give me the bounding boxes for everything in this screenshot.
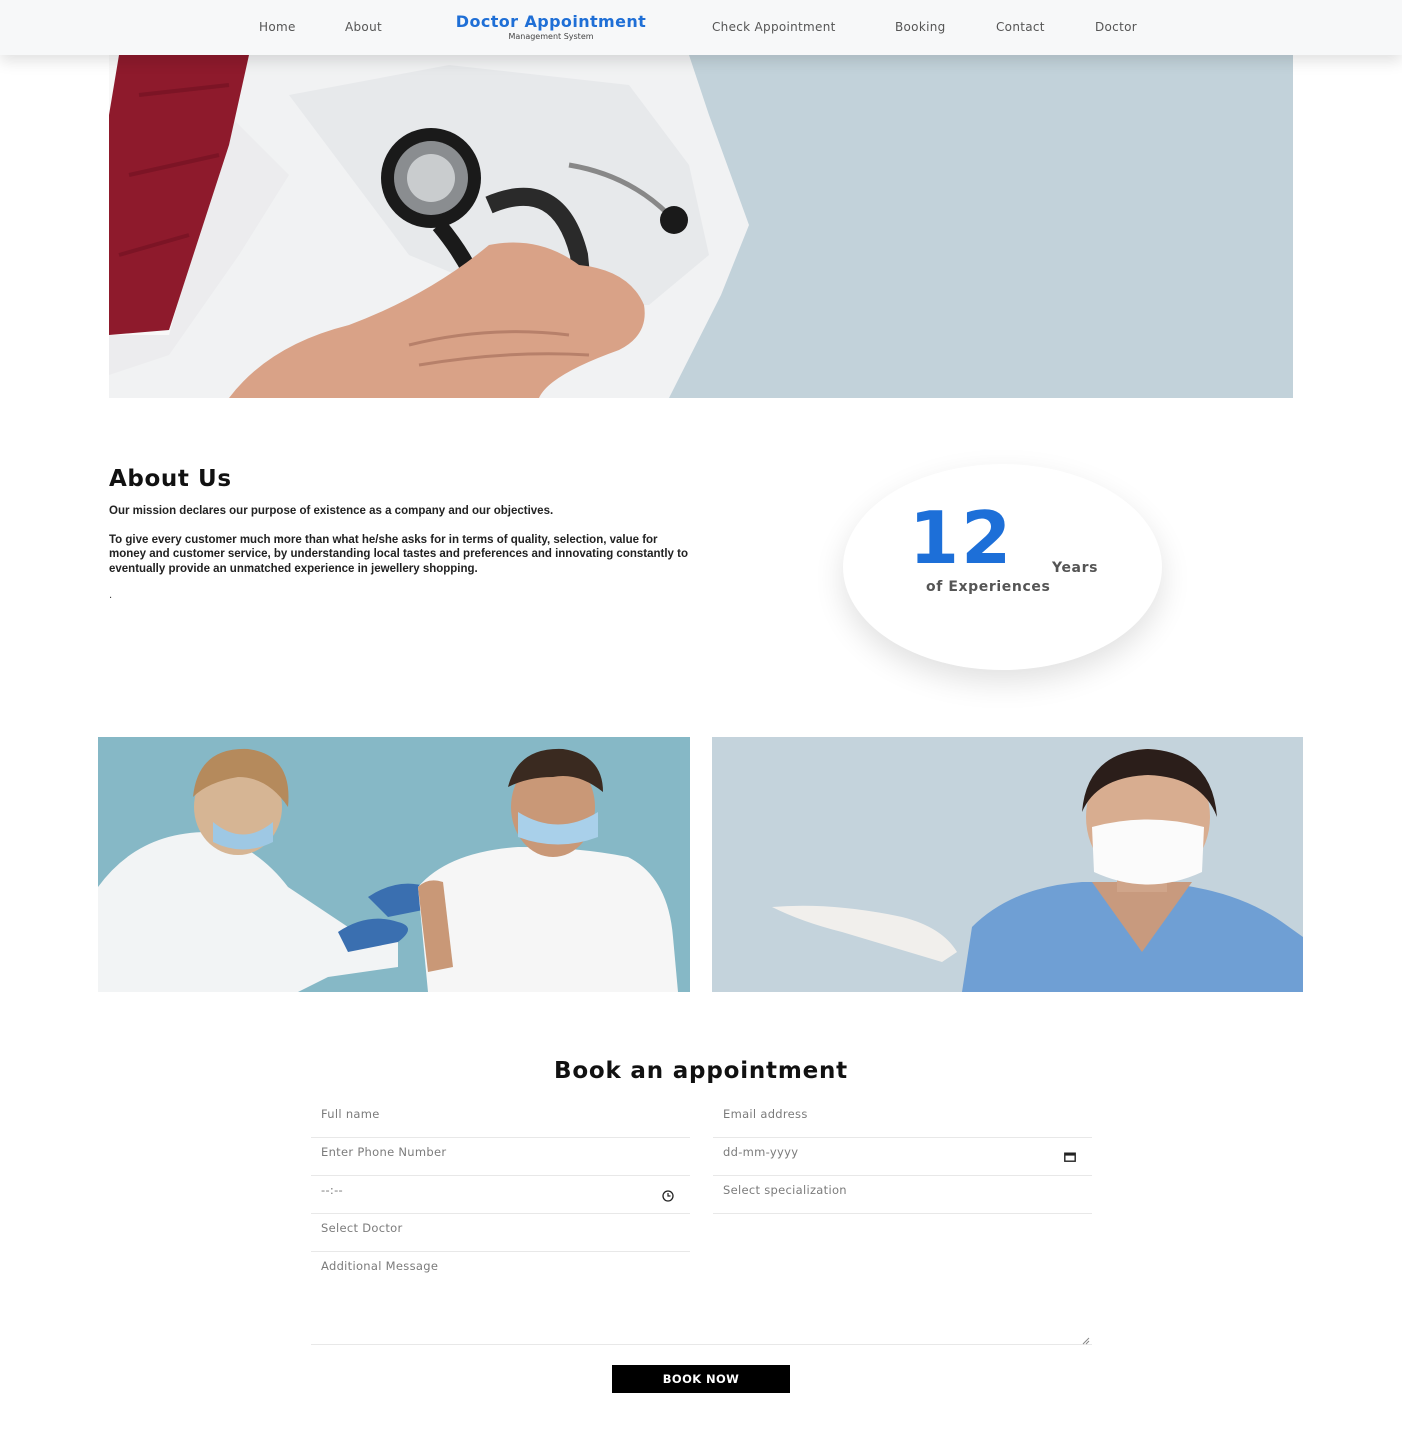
doctor-select[interactable]: Select Doctor bbox=[311, 1214, 690, 1252]
time-placeholder: --:-- bbox=[321, 1183, 343, 1197]
email-placeholder: Email address bbox=[723, 1107, 808, 1121]
book-now-button[interactable]: BOOK NOW bbox=[612, 1365, 790, 1393]
nav-link-about[interactable]: About bbox=[345, 20, 382, 34]
calendar-icon[interactable] bbox=[1064, 1152, 1076, 1165]
about-body-text: To give every customer much more than wh… bbox=[109, 534, 688, 575]
nav-link-home[interactable]: Home bbox=[259, 20, 296, 34]
phone-field[interactable]: Enter Phone Number bbox=[311, 1138, 690, 1176]
top-navbar: Home About Doctor Appointment Management… bbox=[0, 0, 1402, 55]
full-name-field[interactable]: Full name bbox=[311, 1100, 690, 1138]
resize-handle-icon[interactable] bbox=[1082, 1335, 1090, 1348]
brand-title: Doctor Appointment bbox=[455, 12, 647, 31]
experience-number: 12 bbox=[909, 496, 1014, 580]
about-mission-text: Our mission declares our purpose of exis… bbox=[109, 505, 554, 517]
full-name-placeholder: Full name bbox=[321, 1107, 380, 1121]
clock-icon[interactable] bbox=[662, 1190, 674, 1205]
nav-link-check-appointment[interactable]: Check Appointment bbox=[712, 20, 836, 34]
vaccination-illustration bbox=[98, 737, 690, 992]
date-field[interactable]: dd-mm-yyyy bbox=[713, 1138, 1092, 1176]
experience-unit: Years bbox=[1052, 560, 1099, 576]
hero-image bbox=[109, 55, 1293, 398]
phone-placeholder: Enter Phone Number bbox=[321, 1145, 447, 1159]
doctor-placeholder: Select Doctor bbox=[321, 1221, 403, 1235]
experience-badge: 12 Years of Experiences bbox=[843, 464, 1162, 670]
specialization-select[interactable]: Select specialization bbox=[713, 1176, 1092, 1214]
nav-link-doctor[interactable]: Doctor bbox=[1095, 20, 1137, 34]
nurse-photo bbox=[712, 737, 1303, 992]
specialization-placeholder: Select specialization bbox=[723, 1183, 847, 1197]
doctor-stethoscope-illustration bbox=[109, 55, 749, 398]
time-field[interactable]: --:-- bbox=[311, 1176, 690, 1214]
booking-title: Book an appointment bbox=[554, 1058, 848, 1084]
brand-subtitle: Management System bbox=[508, 32, 594, 41]
message-placeholder: Additional Message bbox=[321, 1259, 439, 1273]
message-textarea[interactable]: Additional Message bbox=[311, 1252, 1092, 1345]
date-placeholder: dd-mm-yyyy bbox=[723, 1145, 799, 1159]
nurse-illustration bbox=[712, 737, 1303, 992]
about-title: About Us bbox=[109, 466, 232, 492]
email-field[interactable]: Email address bbox=[713, 1100, 1092, 1138]
experience-label: of Experiences bbox=[926, 579, 1051, 595]
about-trailing-text: . bbox=[109, 590, 113, 601]
vaccination-photo bbox=[98, 737, 690, 992]
nav-link-booking[interactable]: Booking bbox=[895, 20, 946, 34]
nav-link-contact[interactable]: Contact bbox=[996, 20, 1045, 34]
brand-logo[interactable]: Doctor Appointment Management System bbox=[438, 12, 664, 41]
